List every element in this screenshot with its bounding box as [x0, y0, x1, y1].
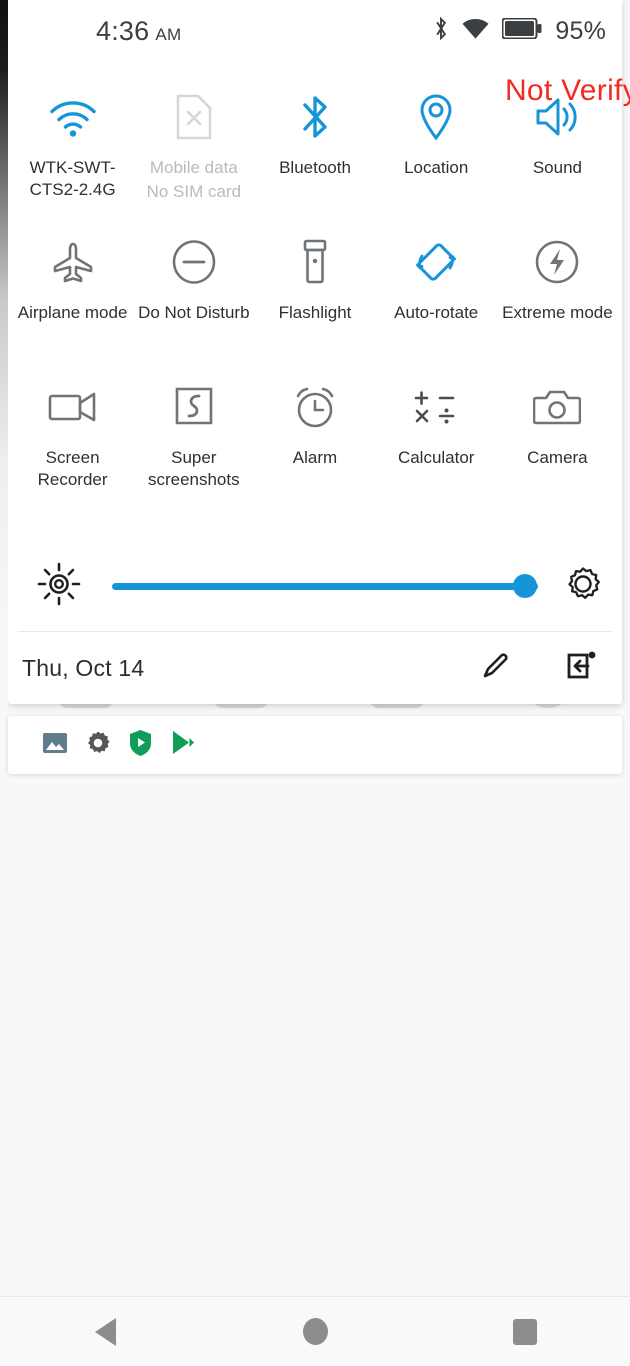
tile-extreme-mode[interactable]: Extreme mode — [497, 231, 618, 376]
gear-icon[interactable] — [562, 563, 604, 610]
tile-label: Calculator — [397, 448, 475, 467]
flashlight-icon — [301, 237, 329, 287]
settings-gear-icon[interactable] — [85, 730, 111, 761]
sound-speaker-icon — [534, 92, 580, 142]
tile-calculator[interactable]: Calculator — [376, 376, 497, 521]
tile-label: Screen Recorder — [37, 448, 108, 489]
airplane-icon — [51, 237, 95, 287]
calculator-symbols-icon — [410, 382, 462, 432]
scissors-square-icon — [173, 382, 215, 432]
tile-sublabel: No SIM card — [146, 182, 242, 201]
tile-label: Extreme mode — [502, 303, 613, 322]
footer-action-buttons — [478, 649, 598, 688]
battery-icon — [501, 17, 542, 44]
pencil-edit-icon[interactable] — [478, 649, 512, 688]
bluetooth-icon — [298, 92, 332, 142]
tile-label: Camera — [527, 448, 588, 467]
brightness-slider-thumb[interactable] — [513, 574, 538, 598]
recents-button[interactable] — [485, 1302, 565, 1362]
tile-auto-rotate[interactable]: Auto-rotate — [376, 231, 497, 376]
quick-settings-panel: 4:36 AM 95% WTK-SWT-CTS2-2.4G Mobile dat… — [8, 0, 622, 704]
tile-label: Do Not Disturb — [138, 303, 250, 322]
status-bar: 4:36 AM 95% — [8, 0, 622, 62]
tile-screen-recorder[interactable]: Screen Recorder — [12, 376, 133, 521]
tile-super-screenshots[interactable]: Super screenshots — [133, 376, 254, 521]
quick-settings-footer: Thu, Oct 14 — [8, 632, 622, 704]
tile-bluetooth[interactable]: Bluetooth — [254, 86, 375, 231]
tile-label: Super screenshots — [147, 448, 240, 489]
recents-square-icon — [513, 1318, 537, 1345]
tile-label: Auto-rotate — [394, 303, 479, 322]
wifi-icon — [462, 18, 489, 45]
alarm-clock-icon — [291, 382, 339, 432]
tile-wifi[interactable]: WTK-SWT-CTS2-2.4G — [12, 86, 133, 231]
tile-label: Mobile data — [149, 158, 238, 177]
auto-rotate-icon — [412, 237, 460, 287]
gallery-icon[interactable] — [42, 730, 68, 761]
back-triangle-icon — [94, 1317, 116, 1346]
wifi-icon — [47, 92, 99, 142]
tile-label: Bluetooth — [279, 158, 351, 177]
brightness-sun-icon — [36, 561, 82, 612]
tile-mobile-data[interactable]: Mobile data No SIM card — [133, 86, 254, 231]
quick-settings-tile-grid: WTK-SWT-CTS2-2.4G Mobile data No SIM car… — [8, 62, 622, 521]
tile-row: Screen Recorder Super screenshots Alarm … — [12, 376, 618, 521]
tile-label: Alarm — [292, 448, 338, 467]
tile-label: Location — [404, 158, 469, 177]
status-bar-indicators: 95% — [433, 16, 606, 46]
tile-label: Flashlight — [278, 303, 352, 322]
tile-flashlight[interactable]: Flashlight — [254, 231, 375, 376]
clock-time: 4:36 — [96, 15, 150, 46]
play-store-icon[interactable] — [170, 729, 195, 761]
sim-card-off-icon — [174, 92, 214, 142]
battery-percent-label: 95% — [555, 16, 606, 45]
tile-row: Airplane mode Do Not Disturb Flashlight … — [12, 231, 618, 376]
home-button[interactable] — [275, 1302, 355, 1362]
clock-ampm: AM — [155, 24, 182, 44]
minus-circle-icon — [171, 237, 217, 287]
brightness-slider[interactable] — [112, 574, 538, 598]
notification-icons-card[interactable] — [8, 716, 622, 774]
video-camera-icon — [48, 382, 98, 432]
home-circle-icon — [302, 1318, 328, 1345]
lightning-circle-icon — [534, 237, 580, 287]
date-label: Thu, Oct 14 — [22, 654, 145, 681]
tile-camera[interactable]: Camera — [497, 376, 618, 521]
play-protect-shield-icon[interactable] — [128, 729, 153, 761]
screen-bezel-shadow — [0, 0, 8, 712]
tile-do-not-disturb[interactable]: Do Not Disturb — [133, 231, 254, 376]
back-button[interactable] — [65, 1302, 145, 1362]
tile-alarm[interactable]: Alarm — [254, 376, 375, 521]
collapse-notifications-icon[interactable] — [566, 650, 598, 687]
tile-location[interactable]: Location — [376, 86, 497, 231]
bluetooth-icon — [433, 16, 449, 46]
tile-airplane-mode[interactable]: Airplane mode — [12, 231, 133, 376]
camera-icon — [533, 382, 582, 432]
tile-label: Sound — [532, 158, 582, 177]
tile-label: WTK-SWT-CTS2-2.4G — [29, 158, 116, 199]
brightness-control-row — [8, 545, 622, 627]
status-bar-clock: 4:36 AM — [96, 16, 181, 47]
tile-label: Airplane mode — [17, 303, 128, 322]
tile-row: WTK-SWT-CTS2-2.4G Mobile data No SIM car… — [12, 86, 618, 231]
phone-screen: 4:36 AM 95% WTK-SWT-CTS2-2.4G Mobile dat… — [0, 0, 630, 1366]
tile-sound[interactable]: Sound — [497, 86, 618, 231]
location-pin-icon — [417, 92, 455, 142]
android-navigation-bar — [0, 1296, 630, 1366]
